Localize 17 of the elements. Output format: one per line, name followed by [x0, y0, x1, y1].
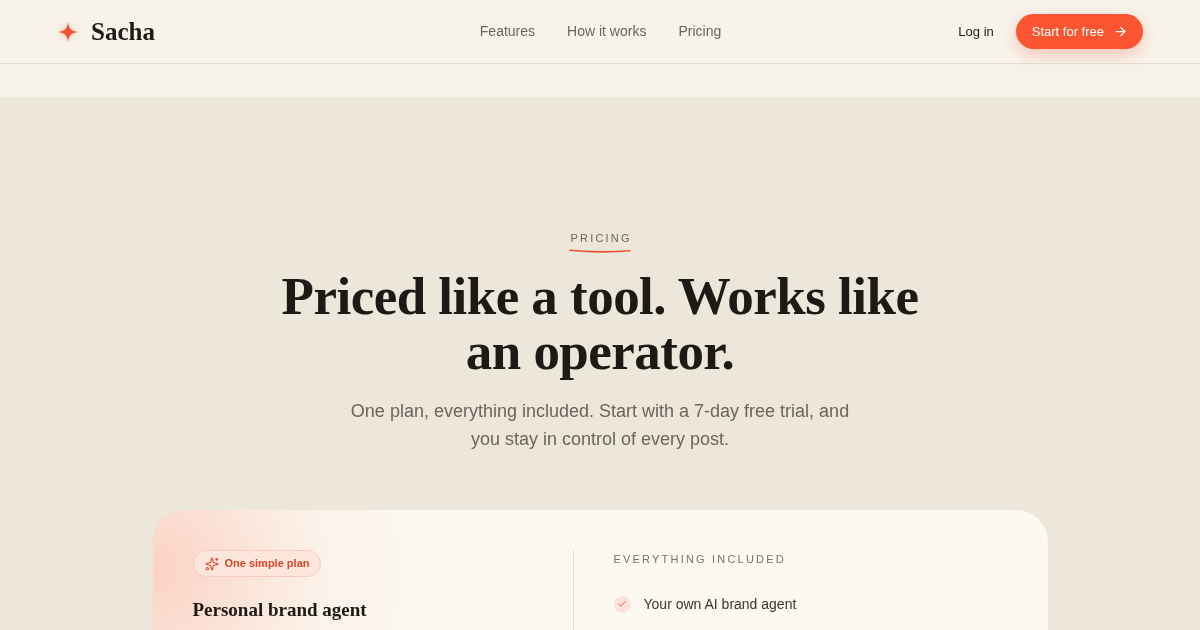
start-free-button[interactable]: Start for free: [1015, 14, 1143, 49]
section-eyebrow: PRICING: [569, 231, 632, 246]
sparkle-icon: [204, 556, 219, 571]
plan-name: Personal brand agent: [192, 598, 367, 622]
features-heading: EVERYTHING INCLUDED: [613, 552, 787, 567]
check-icon: [613, 595, 631, 613]
nav-link[interactable]: Pricing: [678, 21, 722, 42]
curved-underline-icon: [569, 249, 631, 254]
star-logo-icon: [58, 21, 78, 42]
nav-link[interactable]: Features: [479, 21, 536, 42]
nav-link[interactable]: How it works: [567, 21, 647, 42]
hero-heading: Priced like a tool. Works like an operator.: [280, 269, 920, 379]
feature-text: Your own AI brand agent: [643, 595, 797, 614]
brand-name: Sacha: [91, 19, 155, 44]
login-link[interactable]: Log in: [958, 21, 994, 42]
plan-badge: One simple plan: [192, 550, 322, 577]
hero-subtitle: One plan, everything included. Start with a 7-day free trial, and you stay in control of every post.: [349, 400, 851, 451]
